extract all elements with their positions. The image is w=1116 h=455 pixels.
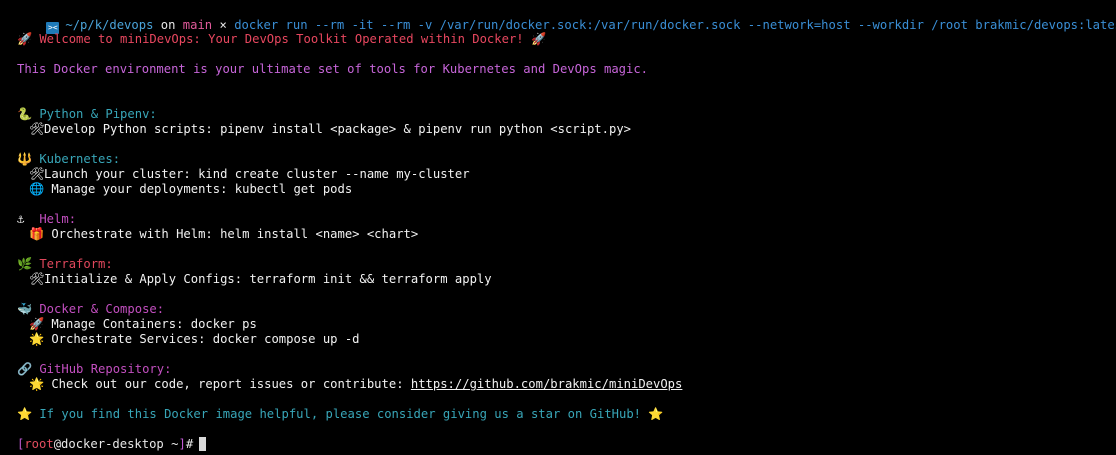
anchor-icon: ⚓ <box>17 212 25 226</box>
star-icon: 🌟 <box>29 332 45 346</box>
section-title-helm: ⚓ Helm: <box>17 212 76 227</box>
section-title-text: GitHub Repository: <box>39 362 172 376</box>
prompt-path: ~/p/k/devops <box>65 18 154 32</box>
section-item: 🛠Develop Python scripts: pipenv install … <box>29 122 631 137</box>
section-item: 🛠Initialize & Apply Configs: terraform i… <box>29 272 492 287</box>
section-item: 🚀 Manage Containers: docker ps <box>29 317 257 332</box>
prompt-user: root <box>24 437 54 451</box>
globe-icon: 🌐 <box>29 182 45 196</box>
tools-icon: 🛠 <box>29 122 45 136</box>
prompt-symbol: # <box>185 437 194 451</box>
rocket-icon: 🚀 <box>29 317 45 331</box>
rocket-icon: 🚀 <box>17 32 33 46</box>
section-item-text: Orchestrate with Helm: helm install <nam… <box>44 227 419 241</box>
git-branch: main <box>182 18 213 32</box>
git-dirty-mark: × <box>219 18 227 32</box>
intro-line: This Docker environment is your ultimate… <box>17 62 649 76</box>
herb-icon: 🌿 <box>17 257 33 271</box>
prompt-on: on <box>160 18 176 32</box>
shell-command-line: >< ~/p/k/devops on main × docker run --rm… <box>17 3 1116 34</box>
section-item-text: Initialize & Apply Configs: terraform in… <box>44 272 492 286</box>
section-title-text: Terraform: <box>39 257 113 271</box>
trident-icon: 🔱 <box>17 152 33 166</box>
star-icon: 🌟 <box>29 377 45 391</box>
section-title-docker: 🐳 Docker & Compose: <box>17 302 164 317</box>
section-item-text: Check out our code, report issues or con… <box>44 377 411 391</box>
section-title-text: Helm: <box>39 212 77 226</box>
section-title-github: 🔗 GitHub Repository: <box>17 362 171 377</box>
docker-run-command: docker run --rm -it --rm -v /var/run/doc… <box>234 18 1116 32</box>
link-icon: 🔗 <box>17 362 33 376</box>
section-title-text: Kubernetes: <box>39 152 121 166</box>
prompt-host: docker-desktop <box>61 437 164 451</box>
section-item: 🎁 Orchestrate with Helm: helm install <n… <box>29 227 418 242</box>
github-repo-link[interactable]: https://github.com/brakmic/miniDevOps <box>411 377 683 391</box>
prompt-at: @ <box>53 437 62 451</box>
snake-icon: 🐍 <box>17 107 33 121</box>
section-item-text: Manage Containers: docker ps <box>44 317 257 331</box>
tools-icon: 🛠 <box>29 272 45 286</box>
whale-icon: 🐳 <box>17 302 33 316</box>
section-item-text: Launch your cluster: kind create cluster… <box>44 167 470 181</box>
star-icon: ⭐ <box>17 407 33 421</box>
section-item: 🌐 Manage your deployments: kubectl get p… <box>29 182 352 197</box>
prompt-close-bracket: ] <box>178 437 186 451</box>
section-title-text: Python & Pipenv: <box>39 107 157 121</box>
welcome-text: Welcome to miniDevOps: Your DevOps Toolk… <box>39 32 524 46</box>
shell-prompt[interactable]: [root@docker-desktop ~]# <box>17 437 207 452</box>
section-item-text: Manage your deployments: kubectl get pod… <box>44 182 353 196</box>
section-item: 🛠Launch your cluster: kind create cluste… <box>29 167 470 182</box>
section-item: 🌟 Orchestrate Services: docker compose u… <box>29 332 360 347</box>
rocket-icon: 🚀 <box>530 32 547 46</box>
gift-icon: 🎁 <box>29 227 45 241</box>
text-cursor[interactable] <box>199 437 207 451</box>
tools-icon: 🛠 <box>29 167 45 181</box>
star-icon: ⭐ <box>648 407 664 421</box>
section-item-text: Develop Python scripts: pipenv install <… <box>44 122 631 136</box>
section-title-terraform: 🌿 Terraform: <box>17 257 113 272</box>
section-item-text: Orchestrate Services: docker compose up … <box>44 332 360 346</box>
section-title-kubernetes: 🔱 Kubernetes: <box>17 152 120 167</box>
section-title-python: 🐍 Python & Pipenv: <box>17 107 157 122</box>
footer-text: If you find this Docker image helpful, p… <box>39 407 642 421</box>
footer-line: ⭐ If you find this Docker image helpful,… <box>17 407 664 422</box>
section-title-text: Docker & Compose: <box>39 302 165 316</box>
terminal-window[interactable]: >< ~/p/k/devops on main × docker run --rm… <box>0 0 1116 455</box>
section-item: 🌟 Check out our code, report issues or c… <box>29 377 682 392</box>
welcome-line: 🚀 Welcome to miniDevOps: Your DevOps Too… <box>17 32 546 47</box>
